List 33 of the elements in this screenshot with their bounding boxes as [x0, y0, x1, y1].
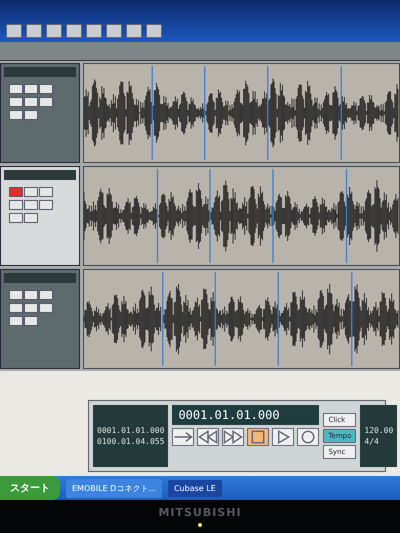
track-header — [4, 67, 76, 77]
toolbar-icon[interactable] — [46, 24, 62, 38]
start-button[interactable]: スタート — [0, 476, 60, 500]
track-panel[interactable] — [0, 166, 80, 266]
toolbar-icon[interactable] — [86, 24, 102, 38]
brand-logo: MITSUBISHI — [158, 506, 242, 519]
position-display: 0001.01.01.000 — [172, 405, 320, 425]
record-button[interactable] — [9, 290, 23, 300]
tempo-value: 120.00 — [364, 426, 394, 435]
record-button[interactable] — [297, 428, 320, 446]
toolbar-icon[interactable] — [6, 24, 22, 38]
record-button[interactable] — [9, 84, 23, 94]
track-panel[interactable] — [0, 63, 80, 163]
track-header — [4, 273, 76, 283]
toolbar-icon[interactable] — [106, 24, 122, 38]
toolbar-icon[interactable] — [66, 24, 82, 38]
right-locator: 0100.01.04.055 — [97, 437, 164, 446]
time-signature: 4/4 — [364, 437, 380, 446]
track-header — [4, 170, 76, 180]
toolbar-icon[interactable] — [146, 24, 162, 38]
toolbar-icon[interactable] — [126, 24, 142, 38]
power-led-icon — [198, 523, 202, 527]
rewind-button[interactable] — [197, 428, 220, 446]
play-button[interactable] — [272, 428, 294, 446]
stop-button[interactable] — [247, 428, 270, 446]
rewind-icon — [198, 429, 218, 445]
forward-icon — [223, 429, 244, 445]
track-panel[interactable] — [0, 269, 80, 369]
taskbar-item[interactable]: EMOBILE Dコネクト... — [66, 478, 162, 498]
toolbar-icon[interactable] — [26, 24, 42, 38]
taskbar-item[interactable]: Cubase LE — [168, 480, 222, 496]
left-locator: 0001.01.01.000 — [97, 426, 164, 435]
forward-button[interactable] — [222, 428, 244, 446]
